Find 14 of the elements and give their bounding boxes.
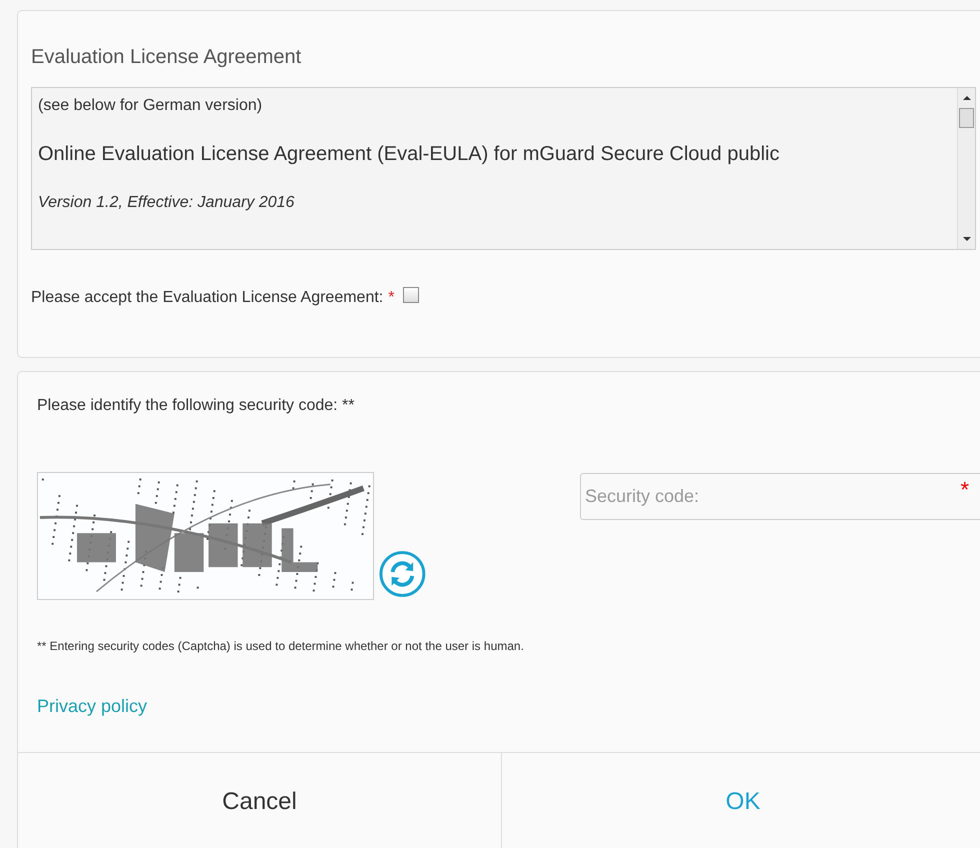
cancel-button[interactable]: Cancel: [18, 753, 502, 848]
scrollbar[interactable]: [957, 88, 975, 249]
dialog-title: Evaluation License Agreement: [31, 45, 302, 69]
version-text: Version 1.2, Effective: January 2016: [38, 193, 296, 213]
refresh-icon[interactable]: [379, 550, 426, 598]
agreement-note: (see below for German version): [38, 96, 264, 116]
security-prompt: Please identify the following security code: **: [37, 396, 356, 416]
captcha-footnote: ** Entering security codes (Captcha) is used to determine whether or not the user is human.: [37, 639, 525, 653]
accept-checkbox[interactable]: [403, 287, 420, 303]
agreement-heading: Online Evaluation License Agreement (Eval-EULA) for mGuard Secure Cloud public: [38, 142, 780, 166]
required-mark: *: [960, 477, 969, 503]
accept-label: Please accept the Evaluation License Agreement:: [31, 289, 384, 307]
required-mark: *: [388, 289, 394, 307]
agreement-text-box[interactable]: (see below for German version) Online Evaluation License Agreement (Eval-EULA) for mGuard Secure Cloud public Version 1.2, Effective: January 2016: [31, 87, 976, 250]
